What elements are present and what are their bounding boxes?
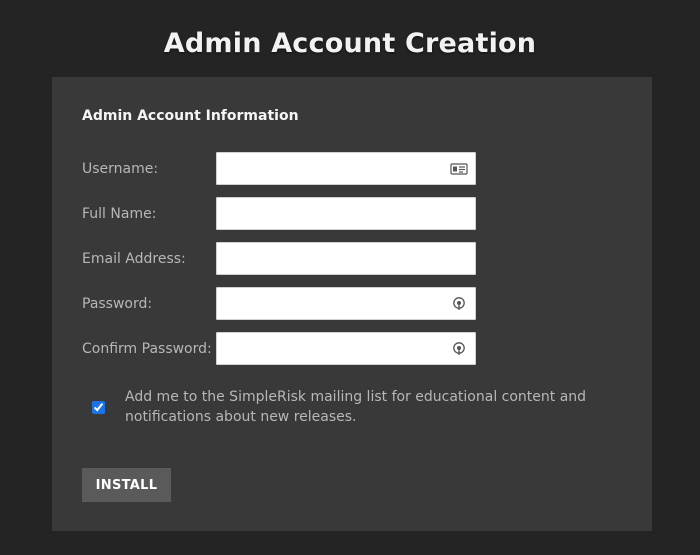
mailing-list-label[interactable]: Add me to the SimpleRisk mailing list fo…	[125, 387, 595, 427]
confirm-password-row: Confirm Password:	[82, 332, 482, 367]
email-row: Email Address:	[82, 242, 482, 277]
section-heading: Admin Account Information	[82, 108, 299, 124]
username-input[interactable]	[216, 152, 476, 185]
full-name-label: Full Name:	[82, 206, 157, 222]
email-input[interactable]	[216, 242, 476, 275]
password-key-icon[interactable]	[450, 341, 468, 357]
confirm-password-input[interactable]	[216, 332, 476, 365]
password-row: Password:	[82, 287, 482, 322]
full-name-row: Full Name:	[82, 197, 482, 232]
admin-account-form-panel: Admin Account Information Username: Full…	[52, 77, 652, 531]
page-title: Admin Account Creation	[163, 28, 537, 59]
install-button[interactable]: INSTALL	[82, 468, 171, 502]
confirm-password-label: Confirm Password:	[82, 341, 212, 357]
password-label: Password:	[82, 296, 153, 312]
full-name-input[interactable]	[216, 197, 476, 230]
mailing-list-checkbox[interactable]	[92, 401, 105, 414]
password-input[interactable]	[216, 287, 476, 320]
email-label: Email Address:	[82, 251, 186, 267]
username-label: Username:	[82, 161, 159, 177]
username-row: Username:	[82, 152, 482, 187]
contact-card-icon[interactable]	[450, 161, 468, 177]
password-key-icon[interactable]	[450, 296, 468, 312]
